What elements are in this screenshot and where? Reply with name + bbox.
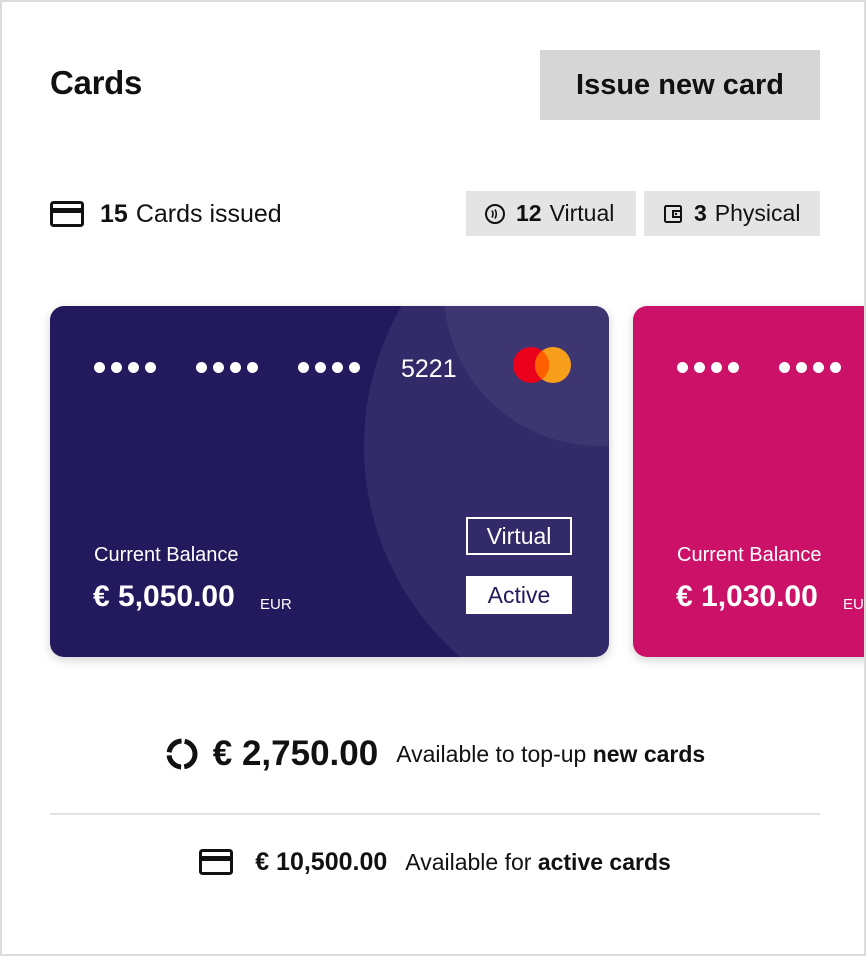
topup-summary: € 2,750.00 Available to top-up new cards — [2, 732, 864, 776]
balance-currency: EUR — [843, 596, 864, 613]
virtual-cards-chip[interactable]: 12 Virtual — [466, 191, 636, 236]
masked-digits — [94, 362, 162, 373]
issued-count: 15 — [100, 199, 128, 228]
active-description: Available for active cards — [405, 848, 671, 875]
masked-digits — [298, 362, 366, 373]
mastercard-logo-icon — [513, 347, 571, 383]
physical-label: Physical — [714, 200, 801, 226]
topup-description: Available to top-up new cards — [396, 740, 706, 767]
masked-digits — [779, 362, 847, 373]
virtual-card-5221[interactable]: 5221 Virtual Active Current Balance € 5,… — [50, 306, 609, 657]
card-2[interactable]: Current Balance € 1,030.00 EUR — [633, 306, 864, 657]
balance-label: Current Balance — [677, 544, 822, 566]
credit-card-icon — [199, 849, 234, 875]
virtual-label: Virtual — [549, 200, 615, 226]
issued-label: Cards issued — [135, 199, 282, 228]
virtual-count: 12 — [516, 200, 542, 226]
credit-card-icon — [50, 201, 84, 227]
card-status-badge: Active — [466, 576, 572, 614]
issue-new-card-button[interactable]: Issue new card — [540, 50, 820, 120]
active-cards-summary: € 10,500.00 Available for active cards — [2, 844, 864, 880]
masked-digits — [196, 362, 264, 373]
divider — [50, 813, 820, 815]
progress-ring-icon — [166, 738, 198, 770]
cards-panel: Cards Issue new card 15 Cards issued 12 … — [0, 0, 866, 956]
page-title: Cards — [50, 64, 143, 101]
card-type-badge: Virtual — [466, 517, 572, 555]
contactless-icon — [485, 203, 505, 224]
masked-digits — [677, 362, 745, 373]
balance-value: € 5,050.00 — [93, 580, 235, 613]
physical-count: 3 — [694, 200, 707, 226]
topup-amount: € 2,750.00 — [212, 734, 379, 773]
card-last-four: 5221 — [401, 355, 457, 383]
balance-label: Current Balance — [94, 544, 239, 566]
balance-currency: EUR — [260, 596, 292, 613]
cards-issued-summary: 15 Cards issued — [50, 198, 282, 230]
wallet-icon — [664, 204, 682, 223]
active-amount: € 10,500.00 — [255, 847, 388, 876]
balance-value: € 1,030.00 — [676, 580, 818, 613]
physical-cards-chip[interactable]: 3 Physical — [644, 191, 820, 236]
